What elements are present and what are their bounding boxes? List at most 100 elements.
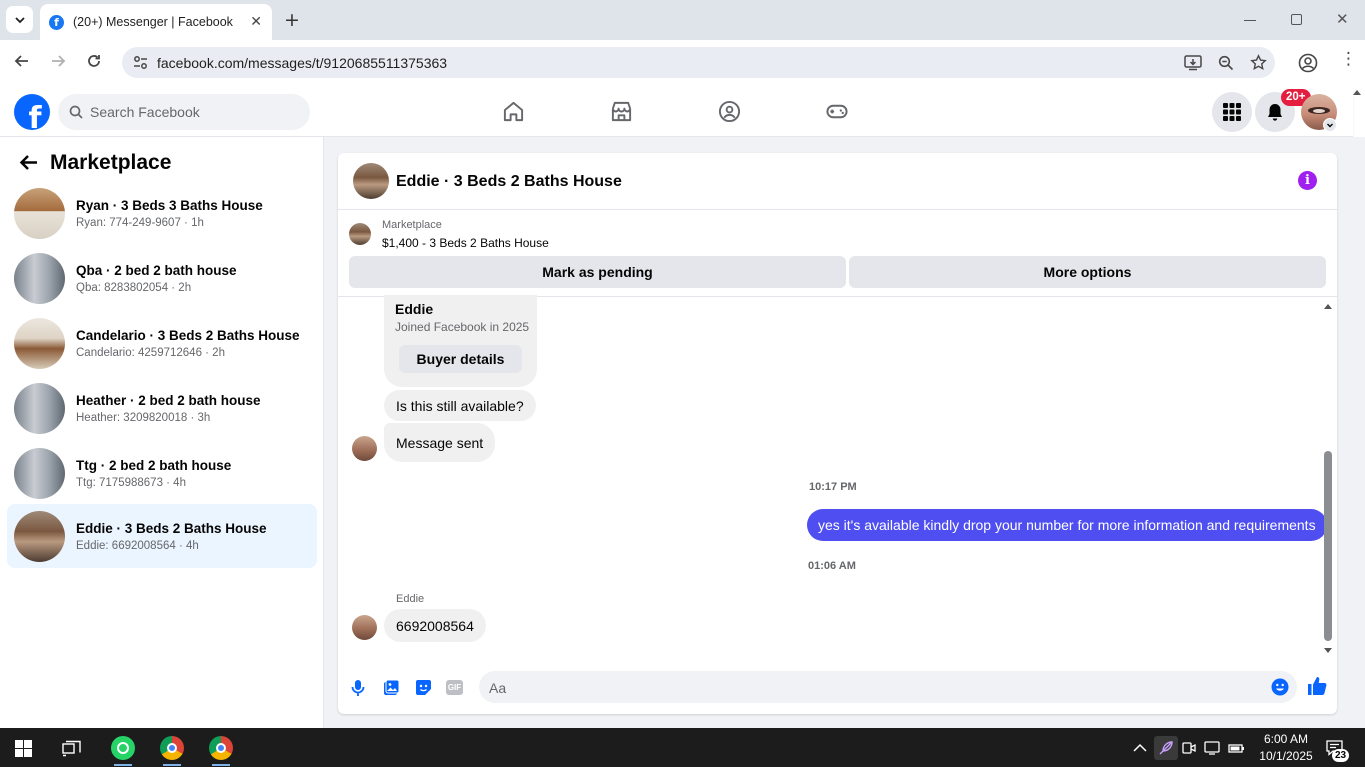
facebook-header: f Search Facebook 20+ (0, 86, 1353, 137)
conversation-preview: Qba: 8283802054 · 2h (76, 281, 192, 294)
menu-button[interactable] (1212, 92, 1252, 132)
groups-nav-icon[interactable] (718, 100, 741, 123)
listing-thumbnail-small[interactable] (349, 223, 371, 245)
chevron-down-icon (14, 16, 25, 23)
notification-count-badge: 23 (1332, 749, 1350, 762)
back-button[interactable] (13, 52, 31, 70)
conversation-item[interactable]: Candelario · 3 Beds 2 Baths House Candela… (7, 311, 317, 375)
search-placeholder: Search Facebook (90, 104, 200, 120)
marketplace-nav-icon[interactable] (610, 100, 633, 123)
site-settings-icon[interactable] (133, 55, 148, 70)
message-timestamp: 10:17 PM (809, 481, 857, 493)
close-window-button[interactable]: ✕ (1336, 10, 1349, 28)
page-scroll-up[interactable] (1353, 90, 1361, 95)
account-menu-chevron[interactable] (1323, 118, 1337, 132)
bookmark-star-icon[interactable] (1250, 54, 1267, 71)
conversation-name: Ttg · 2 bed 2 bath house (76, 457, 232, 473)
reload-button[interactable] (85, 52, 103, 70)
conversation-name: Eddie · 3 Beds 2 Baths House (76, 520, 267, 536)
forward-button[interactable] (49, 52, 67, 70)
whatsapp-taskbar-icon[interactable] (111, 736, 135, 760)
browser-menu-icon[interactable]: ⋮ (1340, 51, 1357, 68)
tray-overflow-chevron-icon[interactable] (1133, 743, 1147, 752)
message-bubble-sent[interactable]: yes it's available kindly drop your numb… (807, 509, 1327, 541)
task-view-icon[interactable] (62, 740, 81, 757)
more-options-button[interactable]: More options (849, 256, 1326, 288)
arrow-right-icon (52, 55, 66, 67)
search-input[interactable]: Search Facebook (58, 94, 310, 130)
marketplace-sidebar: Marketplace Ryan · 3 Beds 3 Baths House R… (0, 137, 324, 728)
buyer-profile-card: Eddie Joined Facebook in 2025 Buyer deta… (384, 295, 537, 387)
chat-scroll-up[interactable] (1324, 304, 1332, 309)
listing-thumbnail (14, 447, 65, 499)
chat-listing-avatar[interactable] (353, 163, 389, 199)
conversation-item-selected[interactable]: Eddie · 3 Beds 2 Baths House Eddie: 66920… (7, 504, 317, 568)
sender-name: Eddie (396, 593, 425, 605)
meet-now-icon[interactable] (1182, 741, 1196, 755)
emoji-icon[interactable] (1271, 678, 1289, 696)
minimize-window-button[interactable] (1244, 20, 1256, 21)
conversation-name: Ryan · 3 Beds 3 Baths House (76, 197, 263, 213)
new-tab-button[interactable]: + (284, 9, 300, 31)
photo-icon[interactable] (383, 679, 400, 696)
search-icon (69, 105, 83, 119)
tab-search-button[interactable] (6, 6, 33, 33)
conversation-preview: Ryan: 774-249-9607 · 1h (76, 216, 204, 229)
listing-thumbnail (14, 252, 65, 304)
windows-start-icon[interactable] (15, 740, 32, 757)
grid-menu-icon (1223, 103, 1241, 121)
profile-icon[interactable] (1298, 53, 1318, 73)
browser-tab-messenger[interactable]: f (20+) Messenger | Facebook ✕ (40, 4, 272, 40)
pen-tray-icon[interactable] (1154, 736, 1178, 760)
buyer-name: Eddie (395, 301, 434, 317)
microphone-icon[interactable] (351, 679, 365, 697)
chat-scroll-down[interactable] (1324, 648, 1332, 653)
zoom-icon[interactable] (1218, 55, 1234, 71)
battery-network-icon[interactable] (1228, 742, 1245, 754)
chrome-taskbar-icon[interactable] (160, 736, 184, 760)
sticker-icon[interactable] (415, 679, 432, 696)
message-bubble-received[interactable]: Is this still available? (384, 390, 536, 421)
chat-title[interactable]: Eddie · 3 Beds 2 Baths House (396, 173, 622, 191)
conversation-item[interactable]: Ttg · 2 bed 2 bath house Ttg: 7175988673 … (7, 441, 317, 505)
windows-taskbar: 6:00 AM 10/1/2025 23 (0, 728, 1365, 767)
chrome-active-indicator (163, 764, 181, 766)
thumbs-up-icon[interactable] (1307, 676, 1327, 696)
info-icon: i (1305, 173, 1310, 188)
chrome-profile-active-indicator (212, 764, 230, 766)
mark-as-pending-button[interactable]: Mark as pending (349, 256, 846, 288)
buyer-joined: Joined Facebook in 2025 (395, 320, 530, 334)
home-nav-icon[interactable] (502, 100, 525, 123)
conversation-item[interactable]: Ryan · 3 Beds 3 Baths House Ryan: 774-249… (7, 181, 317, 245)
conversation-info-button[interactable]: i (1298, 171, 1317, 190)
back-arrow-icon[interactable] (19, 154, 38, 171)
address-bar[interactable]: facebook.com/messages/t/9120685511375363 (122, 47, 1275, 78)
sender-avatar[interactable] (352, 436, 377, 461)
taskbar-date[interactable]: 10/1/2025 (1253, 749, 1319, 763)
tab-title: (20+) Messenger | Facebook (73, 15, 233, 29)
chat-scrollbar-thumb[interactable] (1324, 451, 1332, 641)
conversation-name: Candelario · 3 Beds 2 Baths House (76, 327, 300, 343)
conversation-preview: Eddie: 6692008564 · 4h (76, 539, 199, 552)
taskbar-time[interactable]: 6:00 AM (1259, 732, 1313, 746)
reload-icon (88, 55, 100, 67)
restore-window-button[interactable] (1291, 14, 1302, 25)
gif-icon[interactable]: GIF (446, 680, 463, 695)
conversation-item[interactable]: Heather · 2 bed 2 bath house Heather: 320… (7, 376, 317, 440)
install-app-icon[interactable] (1184, 54, 1202, 71)
close-tab-icon[interactable]: ✕ (250, 13, 262, 30)
sender-avatar[interactable] (352, 615, 377, 640)
conversation-name: Heather · 2 bed 2 bath house (76, 392, 261, 408)
message-bubble-received[interactable]: Message sent (384, 423, 496, 462)
chrome-profile-taskbar-icon[interactable] (209, 736, 233, 760)
facebook-logo-icon[interactable]: f (14, 94, 50, 130)
display-tray-icon[interactable] (1204, 741, 1220, 755)
conversation-preview: Heather: 3209820018 · 3h (76, 411, 211, 424)
conversation-item[interactable]: Qba · 2 bed 2 bath house Qba: 8283802054 … (7, 246, 317, 310)
buyer-details-button[interactable]: Buyer details (399, 345, 522, 373)
message-composer-input[interactable]: Aa (479, 671, 1297, 703)
listing-title[interactable]: $1,400 - 3 Beds 2 Baths House (382, 236, 549, 250)
sidebar-title: Marketplace (50, 151, 172, 174)
gaming-nav-icon[interactable] (825, 100, 849, 123)
message-bubble-received[interactable]: 6692008564 (384, 609, 486, 642)
